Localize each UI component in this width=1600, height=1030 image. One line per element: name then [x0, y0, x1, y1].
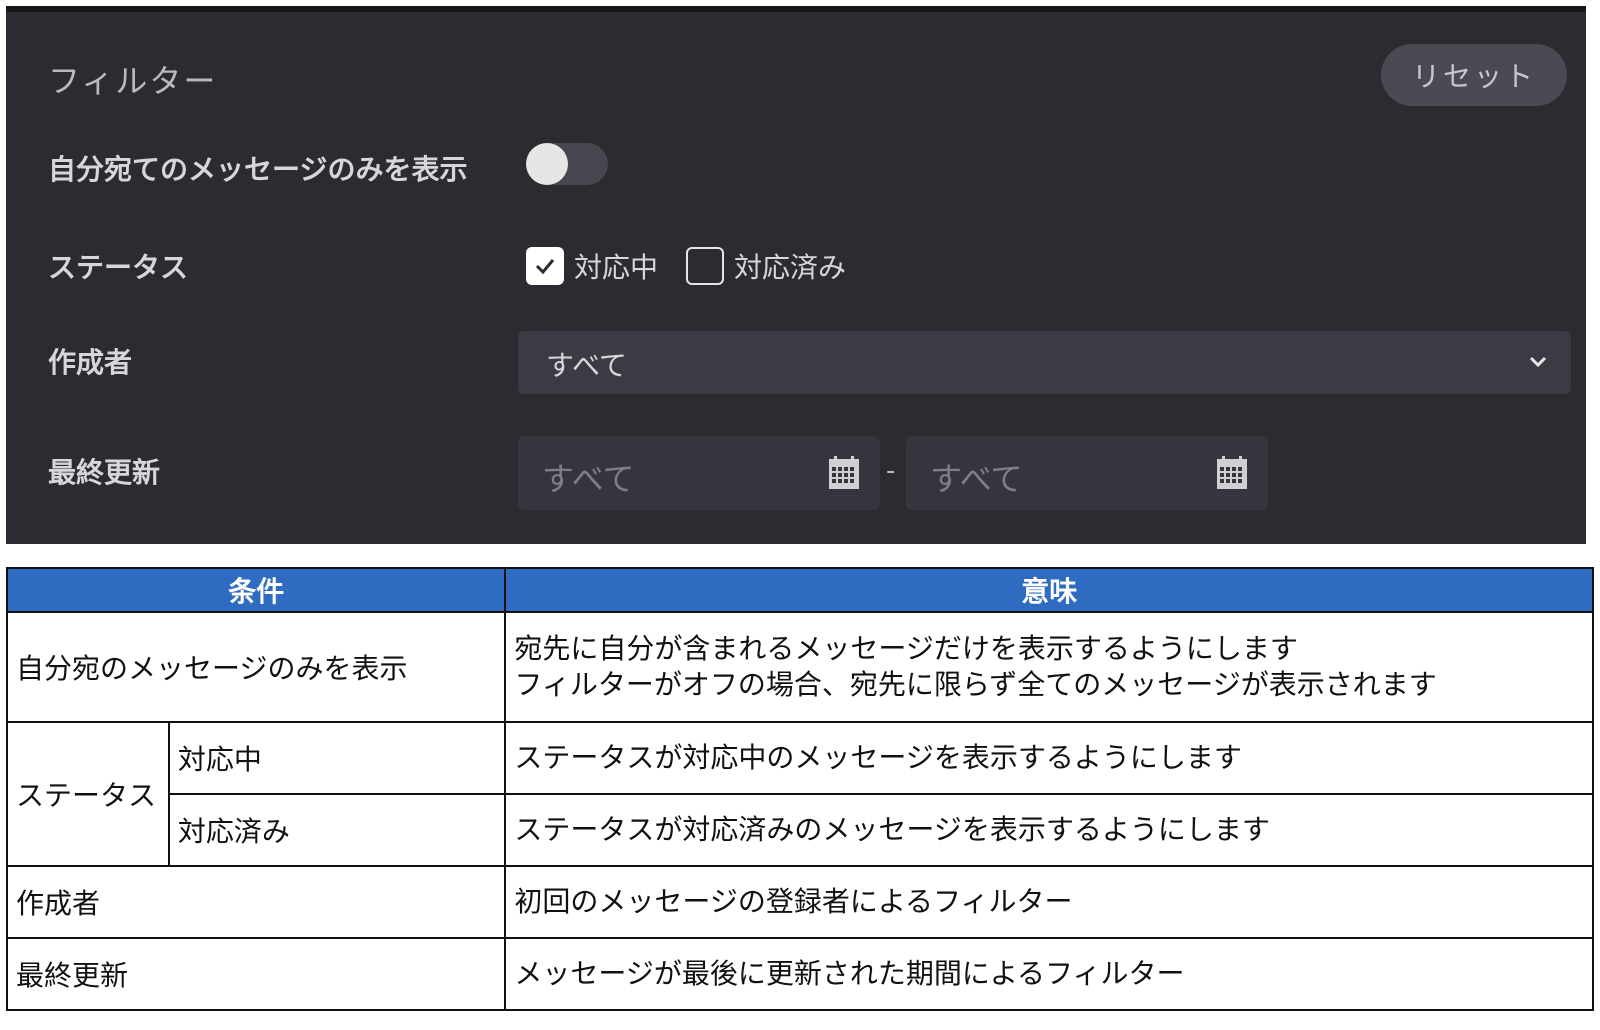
condition-cell: 最終更新	[5, 937, 507, 1011]
condition-cell: ステータス	[6, 721, 170, 867]
only-mine-label: 自分宛てのメッセージのみを表示	[48, 153, 468, 186]
in-progress-label: 対応中	[574, 251, 659, 284]
table-row: 自分宛のメッセージのみを表示 宛先に自分が含まれるメッセージだけを表示するように…	[5, 611, 1594, 723]
condition-cell: 作成者	[5, 865, 507, 939]
status-option-in-progress[interactable]: 対応中	[526, 246, 658, 286]
toggle-knob	[526, 143, 568, 185]
filter-explanation-table: 条件 意味 自分宛のメッセージのみを表示 宛先に自分が含まれるメッセージだけを表…	[5, 567, 1594, 1011]
chevron-down-icon	[1529, 356, 1547, 368]
meaning-cell: メッセージが最後に更新された期間によるフィルター	[504, 937, 1594, 1011]
table-row: 作成者 初回のメッセージの登録者によるフィルター	[5, 865, 1594, 939]
from-placeholder: すべて	[542, 460, 635, 498]
header-condition: 条件	[5, 567, 507, 613]
done-label: 対応済み	[734, 251, 847, 284]
last-updated-to-field[interactable]: すべて	[906, 436, 1268, 510]
calendar-icon[interactable]	[1216, 456, 1248, 490]
header-meaning: 意味	[504, 567, 1594, 613]
to-placeholder: すべて	[930, 460, 1023, 498]
meaning-cell: ステータスが対応済みのメッセージを表示するようにします	[504, 793, 1594, 867]
calendar-icon[interactable]	[828, 456, 860, 490]
creator-select[interactable]: すべて	[518, 331, 1571, 394]
table-row: ステータス 対応中 ステータスが対応中のメッセージを表示するようにします	[6, 721, 1594, 867]
done-checkbox[interactable]	[686, 247, 724, 285]
meaning-cell: ステータスが対応中のメッセージを表示するようにします	[504, 721, 1594, 795]
filter-panel: フィルター リセット 自分宛てのメッセージのみを表示 ステータス 対応中 対応済…	[6, 6, 1586, 544]
in-progress-checkbox[interactable]	[526, 247, 564, 285]
sub-condition-cell: 対応中	[167, 721, 507, 795]
panel-title: フィルター	[48, 62, 218, 100]
meaning-line: フィルターがオフの場合、宛先に限らず全てのメッセージが表示されます	[514, 668, 1437, 701]
condition-cell: 自分宛のメッセージのみを表示	[5, 611, 507, 723]
reset-button[interactable]: リセット	[1381, 44, 1567, 106]
table-row: 対応済み ステータスが対応済みのメッセージを表示するようにします	[7, 793, 1594, 867]
date-range-separator: -	[886, 456, 896, 486]
meaning-cell: 初回のメッセージの登録者によるフィルター	[504, 865, 1594, 939]
status-label: ステータス	[48, 251, 189, 284]
check-icon	[535, 259, 555, 275]
creator-label: 作成者	[48, 346, 133, 379]
table-row: 最終更新 メッセージが最後に更新された期間によるフィルター	[5, 937, 1594, 1011]
last-updated-from-field[interactable]: すべて	[518, 436, 880, 510]
table-header-row: 条件 意味	[5, 567, 1594, 613]
creator-select-value: すべて	[546, 349, 627, 382]
only-mine-toggle[interactable]	[526, 143, 608, 185]
meaning-line: 宛先に自分が含まれるメッセージだけを表示するようにします	[514, 632, 1298, 665]
top-strip	[6, 6, 1586, 12]
meaning-cell: 宛先に自分が含まれるメッセージだけを表示するようにします フィルターがオフの場合…	[504, 611, 1594, 723]
sub-condition-cell: 対応済み	[167, 793, 507, 867]
last-updated-label: 最終更新	[48, 456, 161, 489]
status-option-done[interactable]: 対応済み	[686, 246, 846, 286]
